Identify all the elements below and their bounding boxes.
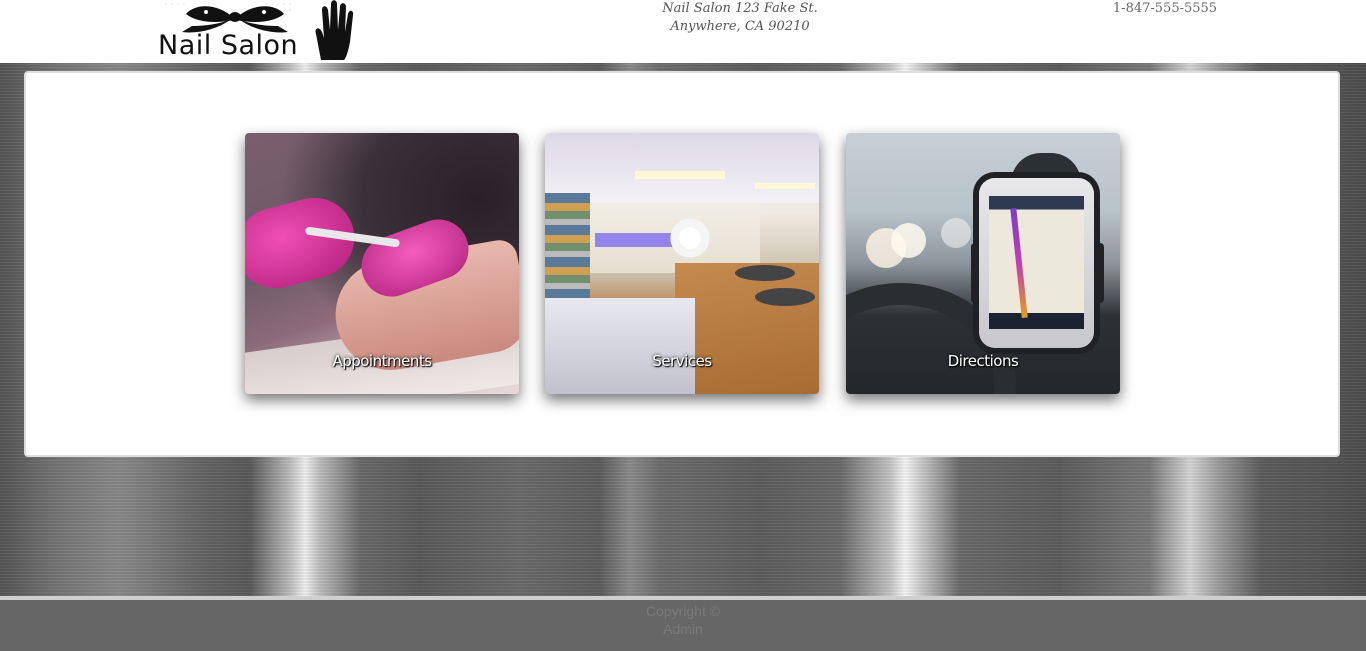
address: Nail Salon 123 Fake St. Anywhere, CA 902…	[640, 0, 840, 36]
logo-text: Nail Salon	[158, 30, 299, 61]
directions-card[interactable]: Directions	[846, 133, 1120, 394]
site-footer: Copyright © Admin	[0, 596, 1366, 651]
footer-author: Admin	[663, 621, 703, 637]
address-line-1: Nail Salon 123 Fake St.	[662, 1, 818, 16]
site-logo[interactable]: Nail Salon	[156, 0, 356, 62]
appointments-card[interactable]: Appointments	[245, 133, 519, 394]
content-panel: Appointments Services Directions	[24, 71, 1340, 457]
phone-number[interactable]: 1-847-555-5555	[1100, 0, 1230, 18]
services-label: Services	[652, 352, 712, 370]
address-line-2: Anywhere, CA 90210	[670, 19, 810, 34]
services-card[interactable]: Services	[545, 133, 819, 394]
appointments-label: Appointments	[332, 352, 432, 370]
site-header: Nail Salon Nail Salon 123 Fake St. Anywh…	[0, 0, 1366, 63]
copyright-text: Copyright ©	[645, 603, 721, 619]
directions-label: Directions	[947, 352, 1019, 370]
